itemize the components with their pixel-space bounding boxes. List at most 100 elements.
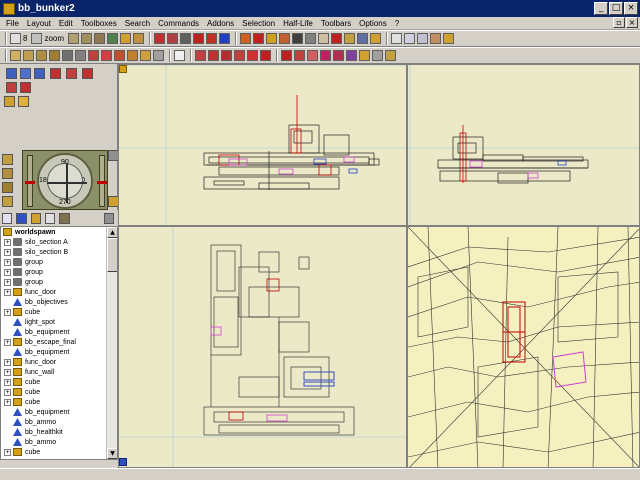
expand-icon[interactable]: + [4, 378, 11, 386]
hollow-icon[interactable] [253, 33, 265, 44]
entity-grid-icon[interactable] [372, 50, 383, 61]
viewport-front[interactable] [118, 226, 407, 468]
zoom-control[interactable]: zoom [31, 33, 64, 44]
tree-item[interactable]: + cube [1, 377, 106, 387]
hand-icon[interactable] [318, 33, 330, 44]
tab-gear-icon[interactable] [103, 212, 114, 224]
flip-z-icon[interactable] [88, 50, 99, 61]
tool-cone-gold-icon[interactable] [18, 96, 29, 107]
tree-item[interactable]: bb_equipment [1, 347, 106, 357]
expand-icon[interactable]: + [4, 358, 11, 366]
skew-icon[interactable] [114, 50, 125, 61]
edge-icon[interactable] [36, 50, 47, 61]
menu-half-life[interactable]: Half-Life [279, 19, 317, 28]
tab-cube-icon[interactable] [30, 212, 41, 224]
expand-icon[interactable]: + [4, 338, 11, 346]
tree-item[interactable]: + func_door [1, 357, 106, 367]
expand-icon[interactable]: + [4, 258, 11, 266]
lighting-icon[interactable] [120, 33, 132, 44]
tree-item[interactable]: bb_equipment [1, 327, 106, 337]
tool-side-4-icon[interactable] [2, 196, 13, 207]
primitive-torus-icon[interactable] [260, 50, 271, 61]
face-icon[interactable] [23, 50, 34, 61]
minimize-button[interactable]: _ [594, 2, 608, 15]
tree-item[interactable]: light_spot [1, 317, 106, 327]
tool-side-3-icon[interactable] [2, 182, 13, 193]
viewport-top[interactable] [118, 64, 407, 226]
brush-icon[interactable] [133, 33, 145, 44]
tree-item[interactable]: bb_healthkit [1, 427, 106, 437]
viewport-marker-bottom[interactable] [119, 458, 127, 466]
tree-item[interactable]: + silo_section A [1, 237, 106, 247]
rotation-compass[interactable]: 90 270 180 0 [22, 150, 108, 210]
gear-icon[interactable] [180, 33, 192, 44]
viewport-marker-top[interactable] [119, 65, 127, 73]
3d-flat-icon[interactable] [94, 33, 106, 44]
tree-item[interactable]: + cube [1, 397, 106, 407]
tree-item[interactable]: + func_door [1, 287, 106, 297]
tool-flag-red-2-icon[interactable] [66, 68, 77, 79]
tree-item[interactable]: + cube [1, 307, 106, 317]
expand-icon[interactable]: + [4, 398, 11, 406]
scale-icon[interactable] [101, 50, 112, 61]
expand-icon[interactable]: + [4, 238, 11, 246]
select-icon[interactable] [391, 33, 403, 44]
expand-icon[interactable]: + [4, 388, 11, 396]
prefab-icon[interactable] [357, 33, 369, 44]
texture-lock-icon[interactable] [153, 50, 164, 61]
menu-search[interactable]: Search [121, 19, 154, 28]
move-icon[interactable] [404, 33, 416, 44]
tree-root[interactable]: worldspawn [1, 227, 106, 237]
primitive-cone-icon[interactable] [234, 50, 245, 61]
menu-layout[interactable]: Layout [23, 19, 55, 28]
viewport-side[interactable] [407, 64, 640, 226]
menu-commands[interactable]: Commands [154, 19, 203, 28]
tree-item[interactable]: bb_equipment [1, 407, 106, 417]
tool-flag-red-5-icon[interactable] [20, 82, 31, 93]
entity-cube-icon[interactable] [344, 33, 356, 44]
tab-entity-icon[interactable] [16, 212, 27, 224]
expand-icon[interactable]: + [4, 248, 11, 256]
tool-flag-red-3-icon[interactable] [82, 68, 93, 79]
tree-item[interactable]: + cube [1, 387, 106, 397]
n-icon[interactable] [193, 33, 205, 44]
doc-close-button[interactable]: × [626, 17, 638, 28]
wrench-icon[interactable] [305, 33, 317, 44]
texture-browser-icon[interactable] [174, 50, 185, 61]
entity-box-icon[interactable] [385, 50, 396, 61]
primitive-wedge-icon[interactable] [208, 50, 219, 61]
tool-side-2-icon[interactable] [2, 168, 13, 179]
tab-face-icon[interactable] [44, 212, 56, 224]
entity-player-icon[interactable] [307, 50, 318, 61]
close-button[interactable]: × [624, 2, 638, 15]
entity-trigger-icon[interactable] [320, 50, 331, 61]
grid-size-control[interactable]: 8 [10, 33, 27, 44]
tree-item[interactable]: bb_ammo [1, 437, 106, 447]
tree-item[interactable]: bb_objectives [1, 297, 106, 307]
align-icon[interactable] [127, 50, 138, 61]
box-icon[interactable] [370, 33, 382, 44]
primitive-sphere-icon[interactable] [247, 50, 258, 61]
tree-item[interactable]: + group [1, 267, 106, 277]
tool-side-1-icon[interactable] [2, 154, 13, 165]
entity-item-icon[interactable] [333, 50, 344, 61]
rotate-icon[interactable] [417, 33, 429, 44]
tool-cube-gold-icon[interactable] [4, 96, 15, 107]
merge-icon[interactable] [279, 33, 291, 44]
tool-flag-red-1-icon[interactable] [50, 68, 61, 79]
snap-icon[interactable] [140, 50, 151, 61]
doc-restore-button[interactable]: ▫ [613, 17, 625, 28]
scroll-up-button[interactable]: ▲ [107, 227, 117, 238]
menu-file[interactable]: File [2, 19, 23, 28]
menu-addons[interactable]: Addons [203, 19, 238, 28]
tree-item[interactable]: + group [1, 257, 106, 267]
expand-icon[interactable]: + [4, 278, 11, 286]
tree-item[interactable]: + group [1, 277, 106, 287]
menu-toolboxes[interactable]: Toolboxes [77, 19, 121, 28]
tree-item[interactable]: + bb_escape_final [1, 337, 106, 347]
menu-edit[interactable]: Edit [55, 19, 77, 28]
scroll-down-button[interactable]: ▼ [107, 448, 117, 459]
viewport-3d[interactable] [407, 226, 640, 468]
tree-item[interactable]: + silo_section B [1, 247, 106, 257]
compass-dial[interactable]: 90 270 180 0 [37, 153, 93, 209]
